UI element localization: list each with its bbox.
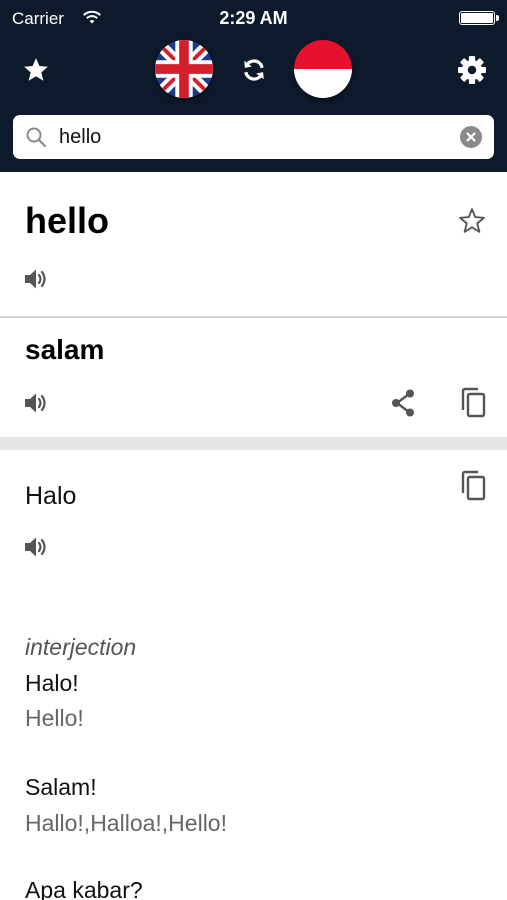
copy-translation-button[interactable] <box>459 387 487 419</box>
definition-text: Salam! <box>25 774 97 800</box>
search-input[interactable] <box>59 121 449 153</box>
section-separator-band <box>0 437 507 450</box>
close-icon <box>466 132 476 142</box>
status-bar: Carrier 2:29 AM <box>0 0 507 36</box>
definition-text: Apa kabar? <box>25 877 143 900</box>
play-translation-audio-button[interactable] <box>23 390 49 416</box>
definition-meaning: Hello! <box>25 705 84 731</box>
speaker-icon <box>25 537 46 557</box>
speaker-icon <box>25 393 46 413</box>
definition-meaning: Hallo!,Halloa!,Hello! <box>25 810 227 836</box>
search-icon <box>26 127 47 148</box>
star-icon <box>24 58 48 81</box>
battery-icon <box>459 11 499 25</box>
clear-search-button[interactable] <box>460 126 482 148</box>
refresh-icon <box>244 59 264 81</box>
play-word-audio-button[interactable] <box>23 266 49 292</box>
star-outline-icon <box>459 208 485 233</box>
indonesia-flag-icon <box>294 40 352 98</box>
search-bar <box>13 115 494 159</box>
favorites-button[interactable] <box>18 52 54 88</box>
copy-icon <box>461 470 486 501</box>
clock: 2:29 AM <box>219 8 288 28</box>
share-button[interactable] <box>389 388 417 418</box>
add-favorite-button[interactable] <box>457 206 487 236</box>
alternative-translation: Halo <box>25 482 77 510</box>
play-alternative-audio-button[interactable] <box>23 534 49 560</box>
gear-icon <box>458 56 486 84</box>
top-bar: Carrier 2:29 AM <box>0 0 507 172</box>
definition-text: Halo! <box>25 670 79 696</box>
section-divider <box>0 316 507 318</box>
share-icon <box>392 389 414 417</box>
part-of-speech: interjection <box>25 634 137 660</box>
source-language-flag[interactable] <box>155 40 213 98</box>
target-language-flag[interactable] <box>294 40 352 98</box>
swap-languages-button[interactable] <box>236 52 272 88</box>
uk-flag-icon <box>155 40 213 98</box>
settings-button[interactable] <box>452 50 492 90</box>
copy-icon <box>461 387 486 418</box>
copy-alternative-button[interactable] <box>459 470 487 502</box>
speaker-icon <box>25 269 46 289</box>
primary-translation: salam <box>25 334 105 365</box>
headword: hello <box>25 200 110 241</box>
